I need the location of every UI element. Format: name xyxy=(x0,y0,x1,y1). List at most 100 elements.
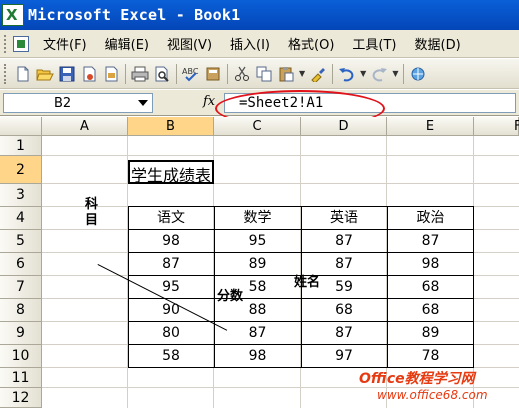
hyperlink-icon[interactable] xyxy=(409,65,427,83)
window-title: Microsoft Excel - Book1 xyxy=(28,6,241,24)
diag-label-subject: 科目 xyxy=(85,197,99,228)
row-header-1[interactable]: 1 xyxy=(0,136,42,156)
table-cell[interactable]: 87 xyxy=(301,254,387,274)
table-border xyxy=(128,298,474,299)
table-cell[interactable]: 87 xyxy=(301,323,387,343)
cell-b2-title: 学生成绩表 xyxy=(131,166,212,185)
row-header-12[interactable]: 12 xyxy=(0,388,42,408)
row-header-11[interactable]: 11 xyxy=(0,368,42,388)
open-icon[interactable] xyxy=(36,65,54,83)
menu-file[interactable]: 文件(F) xyxy=(37,34,93,53)
table-cell[interactable]: 78 xyxy=(387,346,474,366)
name-box-dropdown-icon[interactable] xyxy=(138,100,148,106)
row-header-10[interactable]: 10 xyxy=(0,345,42,368)
gridline xyxy=(42,183,519,184)
column-header-b[interactable]: B xyxy=(128,117,214,136)
permission-icon[interactable] xyxy=(80,65,98,83)
print-icon[interactable] xyxy=(131,65,149,83)
table-cell[interactable]: 95 xyxy=(214,231,301,251)
formula-input[interactable]: =Sheet2!A1 xyxy=(224,93,516,113)
menu-tools[interactable]: 工具(T) xyxy=(346,34,402,53)
paste-icon[interactable] xyxy=(277,65,295,83)
cut-icon[interactable] xyxy=(233,65,251,83)
menu-insert[interactable]: 插入(I) xyxy=(224,34,276,53)
table-cell[interactable]: 89 xyxy=(387,323,474,343)
excel-app-icon[interactable] xyxy=(2,4,24,26)
undo-icon[interactable] xyxy=(338,65,356,83)
row-header-9[interactable]: 9 xyxy=(0,322,42,345)
table-cell[interactable]: 87 xyxy=(387,231,474,251)
watermark-url: www.office68.com xyxy=(377,388,488,402)
column-header-a[interactable]: A xyxy=(42,117,128,136)
column-header-f[interactable]: F xyxy=(474,117,519,136)
table-header-chinese[interactable]: 语文 xyxy=(128,208,214,228)
row-header-5[interactable]: 5 xyxy=(0,230,42,253)
toolbar-grip-handle[interactable] xyxy=(4,63,7,84)
table-cell[interactable]: 68 xyxy=(301,300,387,320)
research-icon[interactable] xyxy=(204,65,222,83)
paste-dropdown-icon[interactable]: ▼ xyxy=(299,69,305,78)
insert-function-icon[interactable]: fx xyxy=(203,94,215,109)
table-cell[interactable]: 87 xyxy=(128,254,214,274)
menu-view[interactable]: 视图(V) xyxy=(161,34,218,53)
spelling-icon[interactable]: ABC xyxy=(182,65,200,83)
toolbar-separator xyxy=(227,63,228,84)
table-cell[interactable]: 89 xyxy=(214,254,301,274)
svg-text:ABC: ABC xyxy=(182,67,199,76)
table-cell[interactable]: 98 xyxy=(214,346,301,366)
toolbar-separator xyxy=(332,63,334,84)
table-cell[interactable]: 95 xyxy=(128,277,214,297)
print-preview-icon[interactable] xyxy=(153,65,171,83)
watermark-site-name: Office教程学习网 xyxy=(359,371,475,387)
redo-icon[interactable] xyxy=(370,65,388,83)
table-border xyxy=(128,321,474,322)
redo-dropdown-icon[interactable]: ▼ xyxy=(392,69,398,78)
row-header-2[interactable]: 2 xyxy=(0,156,42,184)
menu-edit[interactable]: 编辑(E) xyxy=(99,34,155,53)
table-cell[interactable]: 97 xyxy=(301,346,387,366)
row-header-4[interactable]: 4 xyxy=(0,207,42,230)
table-header-english[interactable]: 英语 xyxy=(301,208,387,228)
format-painter-icon[interactable] xyxy=(309,65,327,83)
table-cell[interactable]: 68 xyxy=(387,277,474,297)
undo-dropdown-icon[interactable]: ▼ xyxy=(360,69,366,78)
copy-icon[interactable] xyxy=(255,65,273,83)
table-header-politics[interactable]: 政治 xyxy=(387,208,474,228)
table-cell[interactable]: 58 xyxy=(214,277,301,297)
row-header-7[interactable]: 7 xyxy=(0,276,42,299)
formula-text: =Sheet2!A1 xyxy=(239,95,324,111)
toolbar-separator xyxy=(176,63,177,84)
save-icon[interactable] xyxy=(58,65,76,83)
table-header-math[interactable]: 数学 xyxy=(214,208,301,228)
email-icon[interactable] xyxy=(102,65,120,83)
table-cell[interactable]: 98 xyxy=(387,254,474,274)
workbook-icon[interactable] xyxy=(13,35,29,52)
table-cell[interactable]: 90 xyxy=(128,300,214,320)
table-cell[interactable]: 80 xyxy=(128,323,214,343)
title-bar: Microsoft Excel - Book1 xyxy=(0,0,519,30)
name-box[interactable]: B2 xyxy=(3,93,153,113)
menu-grip-handle[interactable] xyxy=(4,34,7,53)
column-header-c[interactable]: C xyxy=(214,117,301,136)
table-border xyxy=(128,229,474,230)
menu-bar: 文件(F) 编辑(E) 视图(V) 插入(I) 格式(O) 工具(T) 数据(D… xyxy=(0,30,519,58)
table-cell[interactable]: 68 xyxy=(387,300,474,320)
row-header-6[interactable]: 6 xyxy=(0,253,42,276)
table-cell[interactable]: 59 xyxy=(301,277,387,297)
select-all-corner[interactable] xyxy=(0,117,42,136)
column-header-d[interactable]: D xyxy=(301,117,387,136)
table-cell[interactable]: 98 xyxy=(128,231,214,251)
new-icon[interactable] xyxy=(14,65,32,83)
menu-format[interactable]: 格式(O) xyxy=(282,34,340,53)
table-cell[interactable]: 87 xyxy=(214,323,301,343)
row-header-8[interactable]: 8 xyxy=(0,299,42,322)
name-box-value: B2 xyxy=(54,96,72,111)
column-header-e[interactable]: E xyxy=(387,117,474,136)
table-border xyxy=(128,344,474,345)
table-cell[interactable]: 58 xyxy=(128,346,214,366)
table-cell[interactable]: 87 xyxy=(301,231,387,251)
row-header-3[interactable]: 3 xyxy=(0,184,42,207)
table-cell[interactable]: 88 xyxy=(214,300,301,320)
toolbar-separator xyxy=(125,63,126,84)
menu-data[interactable]: 数据(D) xyxy=(409,34,467,53)
